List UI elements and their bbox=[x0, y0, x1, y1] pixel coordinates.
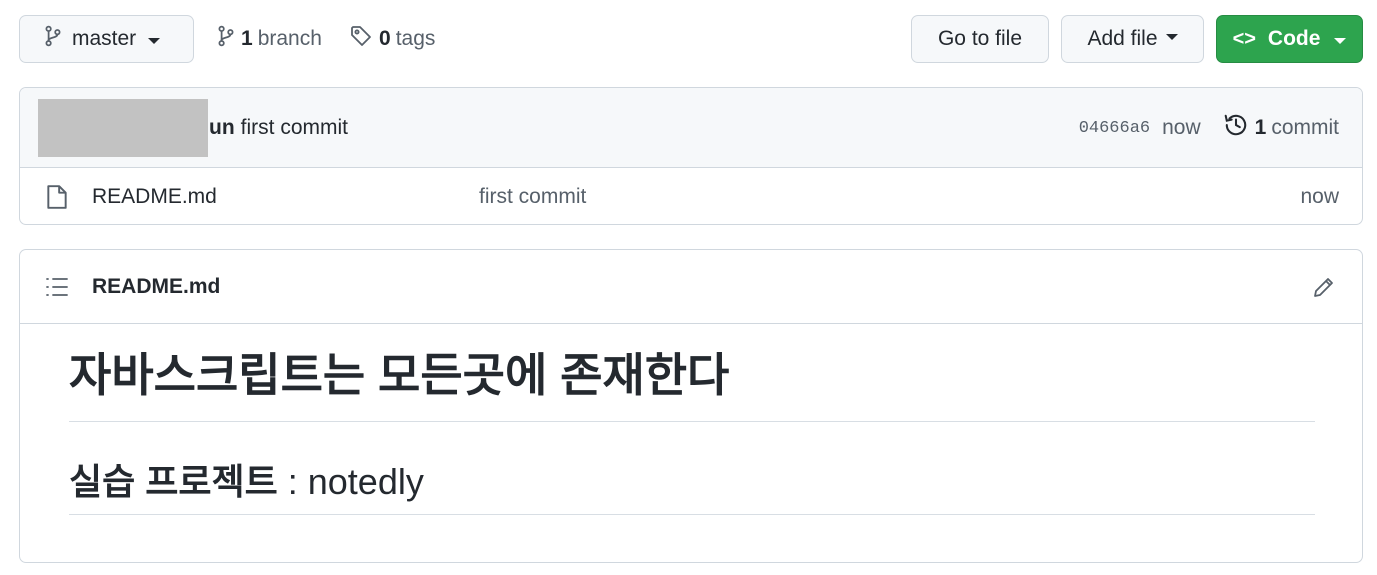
git-branch-icon bbox=[217, 25, 235, 53]
commit-message[interactable]: first commit bbox=[241, 116, 348, 140]
file-name-link[interactable]: README.md bbox=[92, 168, 217, 224]
tag-label: tags bbox=[395, 27, 436, 50]
tag-count: 0 bbox=[379, 27, 391, 50]
history-icon bbox=[1223, 112, 1249, 144]
commit-age: now bbox=[1162, 116, 1201, 139]
code-label: Code bbox=[1267, 27, 1321, 50]
branch-count: 1 bbox=[241, 27, 253, 50]
pencil-icon[interactable] bbox=[1312, 275, 1336, 304]
latest-commit-bar: un first commit 04666a6 now 1 commit bbox=[20, 88, 1362, 168]
commit-sha[interactable]: 04666a6 bbox=[1079, 119, 1150, 138]
file-commit-message[interactable]: first commit bbox=[479, 168, 586, 224]
git-branch-icon bbox=[44, 25, 62, 53]
readme-heading-2-korean: 실습 프로젝트 bbox=[69, 461, 278, 502]
add-file-button[interactable]: Add file bbox=[1061, 15, 1204, 63]
avatar[interactable] bbox=[38, 99, 208, 157]
file-age: now bbox=[1300, 184, 1339, 208]
file-browser: un first commit 04666a6 now 1 commit REA… bbox=[19, 87, 1363, 225]
commit-meta: 04666a6 now 1 commit bbox=[1079, 88, 1339, 168]
branches-link[interactable]: 1 branch bbox=[217, 15, 322, 63]
readme-filename[interactable]: README.md bbox=[92, 250, 220, 324]
branch-label: branch bbox=[257, 27, 322, 50]
readme-panel: README.md 자바스크립트는 모든곳에 존재한다 실습 프로젝트 : no… bbox=[19, 249, 1363, 563]
readme-header: README.md bbox=[20, 250, 1362, 324]
readme-heading-2: 실습 프로젝트 : notedly bbox=[69, 422, 1315, 515]
tag-icon bbox=[349, 24, 373, 54]
readme-heading-2-english: : notedly bbox=[287, 461, 424, 502]
chevron-down-icon bbox=[148, 37, 161, 44]
code-button[interactable]: <> Code bbox=[1216, 15, 1363, 63]
add-file-label: Add file bbox=[1087, 27, 1158, 50]
chevron-down-icon bbox=[1334, 37, 1347, 44]
commit-history-link[interactable]: 1 commit bbox=[1223, 112, 1339, 144]
branch-name: master bbox=[72, 27, 137, 50]
go-to-file-label: Go to file bbox=[937, 27, 1023, 50]
file-row[interactable]: README.md first commit now bbox=[20, 168, 1362, 224]
repo-toolbar: master 1 branch 0 tags Go to file Add fi… bbox=[19, 15, 1363, 63]
commit-author[interactable]: un bbox=[209, 116, 235, 140]
file-icon bbox=[46, 184, 68, 216]
go-to-file-button[interactable]: Go to file bbox=[911, 15, 1049, 63]
readme-content: 자바스크립트는 모든곳에 존재한다 실습 프로젝트 : notedly bbox=[69, 324, 1315, 515]
readme-heading-1: 자바스크립트는 모든곳에 존재한다 bbox=[69, 324, 1315, 422]
commit-count-label: commit bbox=[1271, 116, 1339, 139]
commit-count: 1 bbox=[1254, 116, 1267, 139]
tags-link[interactable]: 0 tags bbox=[349, 15, 435, 63]
commit-summary: un first commit bbox=[209, 88, 348, 168]
code-icon: <> bbox=[1232, 27, 1256, 50]
chevron-down-icon bbox=[1165, 34, 1178, 40]
branch-selector-button[interactable]: master bbox=[19, 15, 194, 63]
list-icon[interactable] bbox=[45, 276, 69, 303]
